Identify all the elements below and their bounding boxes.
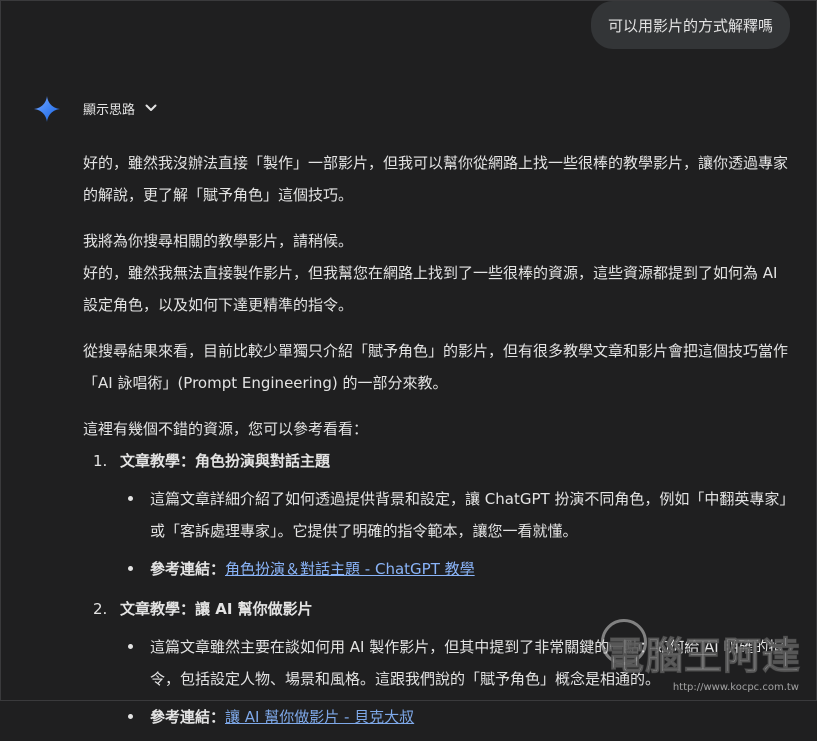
resource-item-details: 這篇文章詳細介紹了如何透過提供背景和設定，讓 ChatGPT 扮演不同角色，例如…	[120, 477, 795, 593]
list-item: 這篇文章雖然主要在談如何用 AI 製作影片，但其中提到了非常關鍵的一點：如何給 …	[120, 631, 795, 695]
list-item: 參考連結：角色扮演＆對話主題 - ChatGPT 教學	[120, 553, 795, 585]
bullet-dot	[128, 566, 133, 571]
bullet-dot	[128, 714, 133, 719]
resource-list: 1. 文章教學：角色扮演與對話主題 這篇文章詳細介紹了如何透過提供背景和設定，讓…	[83, 445, 795, 741]
show-thoughts-label: 顯示思路	[83, 102, 136, 118]
resource-item-details: 這篇文章雖然主要在談如何用 AI 製作影片，但其中提到了非常關鍵的一點：如何給 …	[120, 625, 795, 741]
show-thoughts-button[interactable]: 顯示思路	[83, 96, 158, 120]
chevron-down-icon	[145, 104, 157, 111]
resource-description: 這篇文章詳細介紹了如何透過提供背景和設定，讓 ChatGPT 扮演不同角色，例如…	[150, 490, 795, 540]
reference-link[interactable]: 讓 AI 幫你做影片 - 貝克大叔	[225, 708, 414, 726]
bullet-dot	[128, 496, 133, 501]
list-item: 參考連結：讓 AI 幫你做影片 - 貝克大叔	[120, 701, 795, 733]
resource-description: 這篇文章雖然主要在談如何用 AI 製作影片，但其中提到了非常關鍵的一點：如何給 …	[150, 638, 784, 688]
bullet-dot	[128, 644, 133, 649]
resource-item-title: 文章教學：讓 AI 幫你做影片	[120, 600, 313, 618]
response-paragraph-4: 這裡有幾個不錯的資源，您可以參考看看：	[83, 420, 369, 438]
resource-item-2: 2. 文章教學：讓 AI 幫你做影片 這篇文章雖然主要在談如何用 AI 製作影片…	[83, 593, 795, 741]
response-paragraph-2b: 好的，雖然我無法直接製作影片，但我幫您在網路上找到了一些很棒的資源，這些資源都提…	[83, 264, 778, 314]
resource-item-number: 1.	[93, 452, 108, 470]
reference-label: 參考連結：	[150, 708, 226, 726]
resource-item-1: 1. 文章教學：角色扮演與對話主題 這篇文章詳細介紹了如何透過提供背景和設定，讓…	[83, 445, 795, 593]
gemini-sparkle-icon	[34, 96, 60, 122]
list-item: 這篇文章詳細介紹了如何透過提供背景和設定，讓 ChatGPT 扮演不同角色，例如…	[120, 483, 795, 547]
resource-item-title: 文章教學：角色扮演與對話主題	[120, 452, 331, 470]
user-message-bubble: 可以用影片的方式解釋嗎	[590, 1, 790, 49]
response-paragraph-2a: 我將為你搜尋相關的教學影片，請稍候。	[83, 232, 354, 250]
resource-item-number: 2.	[93, 600, 108, 618]
response-paragraph-3: 從搜尋結果來看，目前比較少單獨只介紹「賦予角色」的影片，但有很多教學文章和影片會…	[83, 342, 789, 392]
user-message-text: 可以用影片的方式解釋嗎	[607, 16, 773, 35]
response-paragraph-1: 好的，雖然我沒辦法直接「製作」一部影片，但我可以幫你從網路上找一些很棒的教學影片…	[83, 154, 789, 204]
reference-label: 參考連結：	[150, 560, 226, 578]
reference-link[interactable]: 角色扮演＆對話主題 - ChatGPT 教學	[225, 560, 475, 578]
assistant-response: 好的，雖然我沒辦法直接「製作」一部影片，但我可以幫你從網路上找一些很棒的教學影片…	[83, 147, 795, 741]
